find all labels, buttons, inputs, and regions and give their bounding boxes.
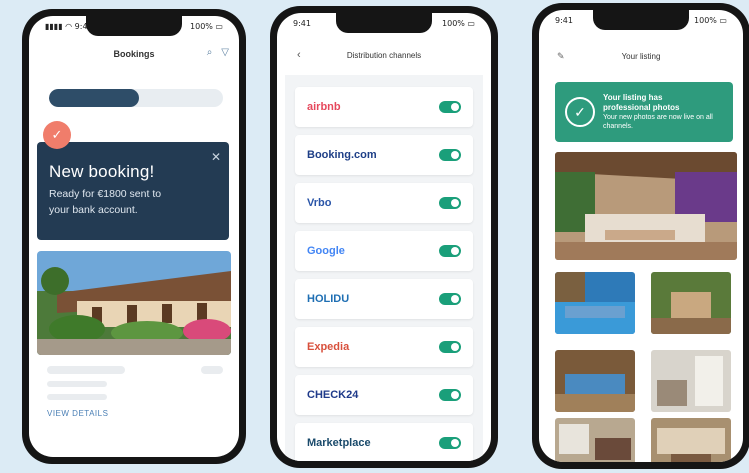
property-photo[interactable]: [37, 251, 231, 355]
channel-logo: Vrbo: [307, 197, 332, 209]
listing-thumb[interactable]: [651, 350, 731, 412]
channel-row[interactable]: Booking.com: [295, 135, 473, 175]
channel-toggle[interactable]: [439, 293, 461, 305]
page-title: Your listing: [621, 51, 661, 61]
banner-body: Your new photos are now live on all chan…: [603, 114, 713, 130]
channel-toggle[interactable]: [439, 341, 461, 353]
phone-listing: 9:41 100% ▭ ✎ Your listing ✓ Your listin…: [532, 3, 749, 469]
channel-toggle[interactable]: [439, 389, 461, 401]
channel-logo: Google: [307, 245, 345, 257]
channel-row[interactable]: HOLIDU: [295, 279, 473, 319]
channel-toggle[interactable]: [439, 149, 461, 161]
channel-row[interactable]: CHECK24: [295, 375, 473, 415]
listing-main-photo[interactable]: [555, 152, 737, 260]
edit-icon[interactable]: ✎: [557, 51, 565, 62]
notch: [593, 10, 689, 30]
listing-thumb[interactable]: [555, 272, 635, 334]
channel-row[interactable]: Google: [295, 231, 473, 271]
channel-logo: Expedia: [307, 341, 350, 353]
channel-toggle[interactable]: [439, 437, 461, 449]
channel-logo: CHECK24: [307, 389, 359, 401]
back-icon[interactable]: ‹: [297, 49, 301, 61]
notch: [86, 16, 182, 36]
phone-bookings: ▮▮▮▮ ◠ 9:41 9:41 100% ▭ Bookings ⌕ ▽ ✓ ✕…: [22, 9, 246, 464]
check-icon: ✓: [43, 121, 71, 149]
listing-thumb[interactable]: [555, 350, 635, 412]
listing-thumb[interactable]: [651, 418, 731, 462]
channel-logo: Marketplace: [307, 437, 371, 449]
channel-logo: airbnb: [307, 101, 341, 113]
placeholder-line: [201, 366, 223, 374]
filter-icon[interactable]: ▽: [221, 47, 229, 58]
new-booking-toast[interactable]: ✕ New booking! Ready for €1800 sent to y…: [37, 142, 229, 240]
progress-bar: [49, 89, 223, 107]
channel-logo: Booking.com: [307, 149, 377, 161]
channel-toggle[interactable]: [439, 245, 461, 257]
toast-line-2: your bank account.: [49, 204, 138, 216]
toast-title: New booking!: [49, 162, 155, 181]
toast-line-1: Ready for €1800 sent to: [49, 188, 162, 200]
channel-logo: HOLIDU: [307, 293, 350, 305]
status-right: 100% ▭: [190, 22, 223, 31]
listing-header: ✎ Your listing: [539, 48, 743, 64]
close-icon[interactable]: ✕: [211, 150, 221, 164]
channels-screen: 9:41 100% ▭ ‹ Distribution channels airb…: [277, 13, 491, 461]
search-icon[interactable]: ⌕: [207, 47, 213, 58]
page-title: Bookings: [113, 49, 155, 59]
status-right: 100% ▭: [694, 16, 727, 25]
listing-thumb[interactable]: [555, 418, 635, 462]
channel-toggle[interactable]: [439, 101, 461, 113]
channel-list: airbnb Booking.com Vrbo Google HOLIDU Expedia…: [285, 75, 483, 461]
view-details-link[interactable]: VIEW DETAILS: [47, 409, 108, 418]
bookings-header: Bookings ⌕ ▽: [29, 44, 239, 64]
status-time: 9:41: [555, 16, 573, 25]
check-circle-icon: ✓: [565, 97, 595, 127]
channel-row[interactable]: Marketplace: [295, 423, 473, 461]
placeholder-line: [47, 366, 125, 374]
bookings-screen: ▮▮▮▮ ◠ 9:41 9:41 100% ▭ Bookings ⌕ ▽ ✓ ✕…: [29, 16, 239, 457]
photos-banner: ✓ Your listing has professional photos Y…: [555, 82, 733, 142]
placeholder-line: [47, 394, 107, 400]
channel-row[interactable]: Expedia: [295, 327, 473, 367]
progress-fill: [49, 89, 140, 107]
banner-title-2: professional photos: [603, 103, 680, 112]
channel-row[interactable]: Vrbo: [295, 183, 473, 223]
channel-row[interactable]: airbnb: [295, 87, 473, 127]
notch: [336, 13, 432, 33]
channel-toggle[interactable]: [439, 197, 461, 209]
banner-title: Your listing has: [603, 93, 663, 102]
placeholder-line: [47, 381, 107, 387]
listing-thumb[interactable]: [651, 272, 731, 334]
status-right: 100% ▭: [442, 19, 475, 28]
channels-header: ‹ Distribution channels: [277, 47, 491, 63]
page-title: Distribution channels: [346, 50, 422, 60]
listing-screen: 9:41 100% ▭ ✎ Your listing ✓ Your listin…: [539, 10, 743, 462]
phone-channels: 9:41 100% ▭ ‹ Distribution channels airb…: [270, 6, 498, 468]
status-time: 9:41: [293, 19, 311, 28]
